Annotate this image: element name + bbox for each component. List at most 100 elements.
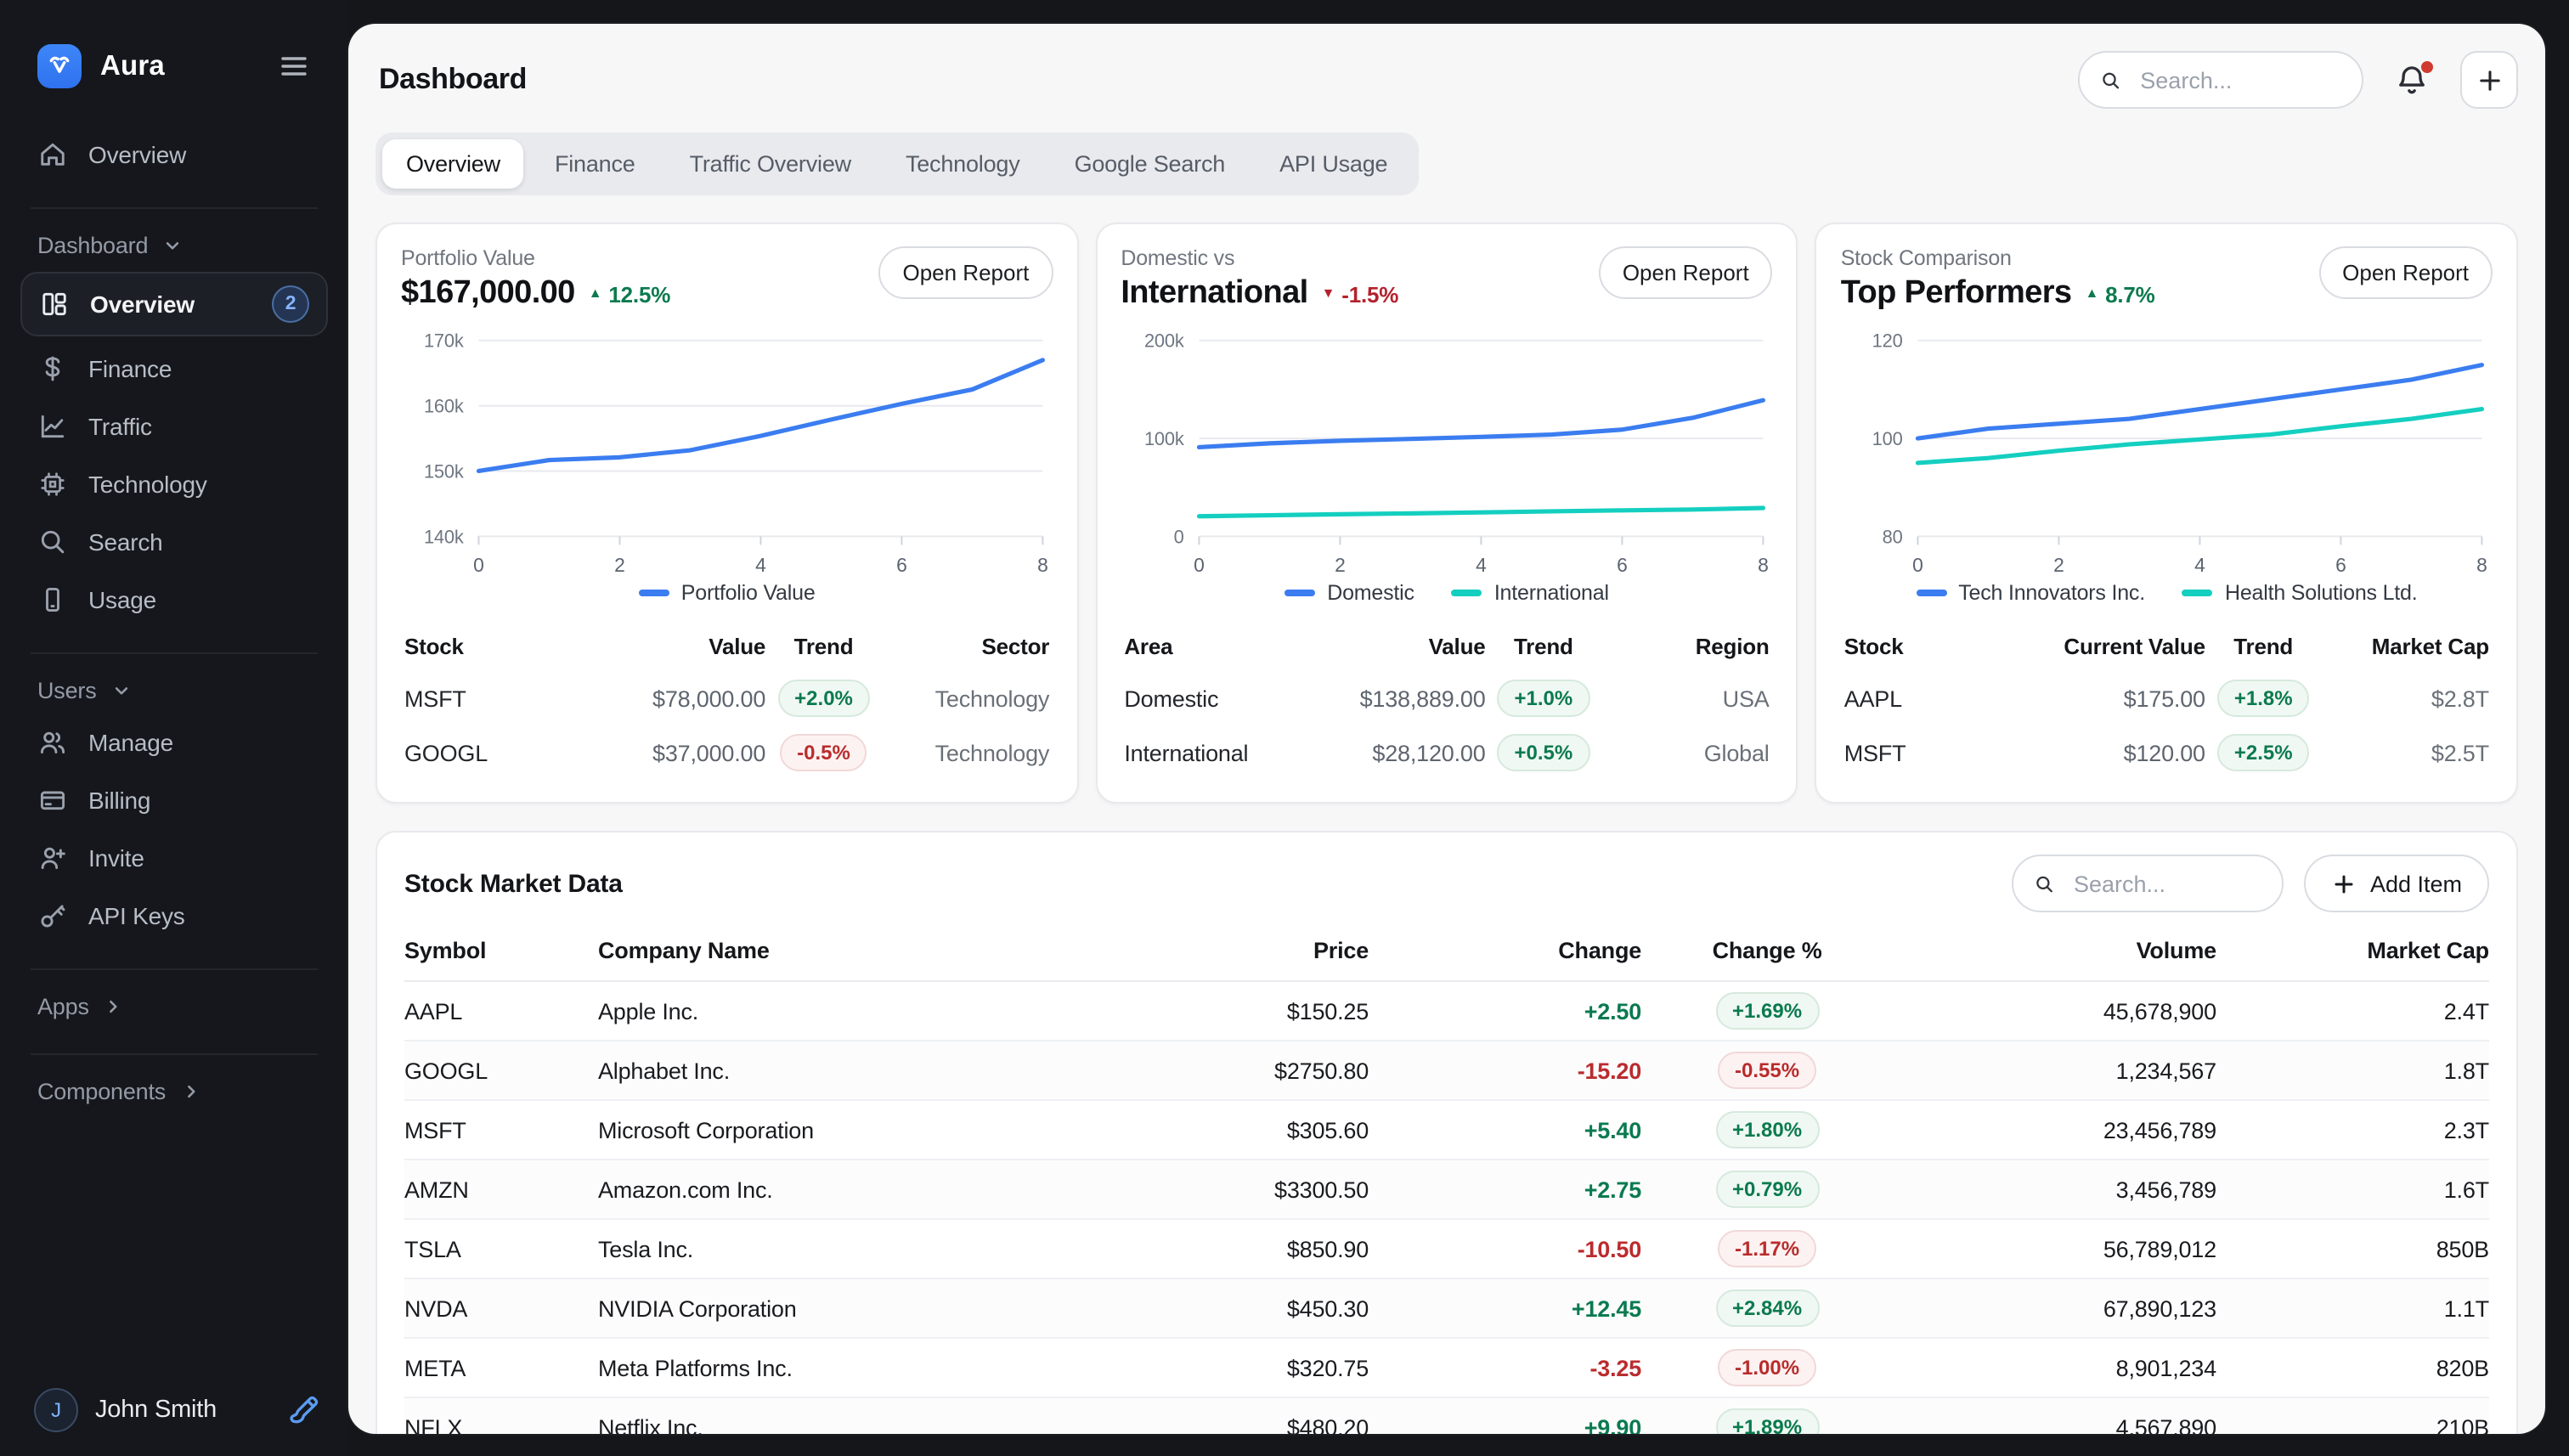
- table-row: GOOGLAlphabet Inc.$2750.80-15.20-0.55%1,…: [404, 1041, 2489, 1101]
- legend-label: Domestic: [1327, 581, 1414, 605]
- header-search: [2078, 51, 2363, 109]
- open-report-button[interactable]: Open Report: [1599, 246, 1773, 299]
- notifications-button[interactable]: [2394, 62, 2430, 98]
- chart-legend: Portfolio Value: [401, 581, 1053, 605]
- table-title: Stock Market Data: [404, 869, 2012, 898]
- market-cap-cell: 1.8T: [2240, 1058, 2489, 1083]
- trend-pill: +1.69%: [1715, 992, 1819, 1030]
- sidebar-item-billing[interactable]: Billing: [0, 771, 348, 829]
- volume-cell: 45,678,900: [1893, 998, 2216, 1024]
- legend-item: Health Solutions Ltd.: [2182, 581, 2418, 605]
- theme-brush-icon[interactable]: [287, 1393, 321, 1427]
- change-cell: +5.40: [1392, 1117, 1641, 1143]
- trend-pill: -0.55%: [1718, 1052, 1816, 1089]
- sidebar-item-overview-home[interactable]: Overview: [0, 126, 348, 183]
- legend-swatch: [2182, 590, 2213, 596]
- card-value: $167,000.00: [401, 275, 575, 313]
- legend-swatch: [1452, 590, 1482, 596]
- trend-pill: +0.79%: [1715, 1171, 1819, 1208]
- mini-table-cell: $120.00: [2012, 740, 2205, 765]
- mini-table-cell: Technology: [882, 740, 1049, 765]
- page-title: Dashboard: [379, 63, 2078, 97]
- tab-finance[interactable]: Finance: [531, 139, 659, 189]
- mini-table-cell: USA: [1601, 686, 1769, 711]
- sidebar-section-components[interactable]: Components: [0, 1072, 348, 1115]
- section-label-text: Dashboard: [37, 233, 148, 258]
- mini-table-cell: +2.0%: [765, 680, 882, 717]
- sidebar-item-api-keys[interactable]: API Keys: [0, 887, 348, 945]
- tab-technology[interactable]: Technology: [882, 139, 1044, 189]
- svg-text:0: 0: [1913, 554, 1924, 576]
- change-cell: -15.20: [1392, 1058, 1641, 1083]
- home-icon: [37, 139, 68, 170]
- price-cell: $150.25: [1120, 998, 1369, 1024]
- svg-text:8: 8: [2477, 554, 2488, 576]
- open-report-button[interactable]: Open Report: [878, 246, 1053, 299]
- menu-icon[interactable]: [274, 46, 314, 87]
- volume-cell: 1,234,567: [1893, 1058, 2216, 1083]
- change-pct-cell: +0.79%: [1665, 1171, 1869, 1208]
- table-body: AAPLApple Inc.$150.25+2.50+1.69%45,678,9…: [404, 982, 2489, 1434]
- svg-text:170k: 170k: [424, 330, 464, 352]
- mini-table-row: GOOGL$37,000.00-0.5%Technology: [401, 725, 1053, 780]
- add-button[interactable]: [2460, 51, 2518, 109]
- table-row: TSLATesla Inc.$850.90-10.50-1.17%56,789,…: [404, 1220, 2489, 1279]
- svg-text:4: 4: [755, 554, 766, 576]
- sidebar-section-users[interactable]: Users: [0, 671, 348, 714]
- sidebar-item-finance[interactable]: Finance: [0, 340, 348, 398]
- sidebar-item-usage[interactable]: Usage: [0, 571, 348, 629]
- sidebar-section-dashboard[interactable]: Dashboard: [0, 226, 348, 268]
- sidebar-item-label: Invite: [88, 844, 144, 872]
- mini-table-cell: +2.5%: [2205, 734, 2322, 771]
- chart-legend: Tech Innovators Inc.Health Solutions Ltd…: [1841, 581, 2493, 605]
- mini-table-cell: Technology: [882, 686, 1049, 711]
- card-subtitle: Domestic vs: [1121, 246, 1598, 270]
- volume-cell: 67,890,123: [1893, 1295, 2216, 1321]
- table-search-input[interactable]: [2070, 869, 2261, 898]
- mini-table-cell: +0.5%: [1486, 734, 1602, 771]
- add-item-button[interactable]: Add Item: [2304, 855, 2489, 912]
- cards-row: Portfolio Value $167,000.00 ▲12.5% Open …: [348, 195, 2545, 804]
- volume-cell: 23,456,789: [1893, 1117, 2216, 1143]
- company-cell: Apple Inc.: [598, 998, 1096, 1024]
- open-report-button[interactable]: Open Report: [2318, 246, 2493, 299]
- tab-traffic-overview[interactable]: Traffic Overview: [666, 139, 875, 189]
- mini-table-cell: International: [1124, 740, 1291, 765]
- card-value: International: [1121, 275, 1307, 313]
- change-pct-cell: +2.84%: [1665, 1290, 1869, 1327]
- brand-row: Aura: [0, 0, 348, 88]
- svg-text:2: 2: [614, 554, 625, 576]
- tab-api-usage[interactable]: API Usage: [1256, 139, 1411, 189]
- sidebar-item-technology[interactable]: Technology: [0, 455, 348, 513]
- sidebar-section-apps[interactable]: Apps: [0, 987, 348, 1030]
- user-name: John Smith: [95, 1397, 270, 1424]
- portfolio-value-card: Portfolio Value $167,000.00 ▲12.5% Open …: [375, 223, 1078, 804]
- chevron-right-icon: [179, 1081, 201, 1103]
- avatar: J: [34, 1388, 78, 1432]
- price-cell: $2750.80: [1120, 1058, 1369, 1083]
- sidebar-item-search[interactable]: Search: [0, 513, 348, 571]
- user-profile[interactable]: J John Smith: [34, 1388, 321, 1432]
- search-input[interactable]: [2137, 65, 2341, 94]
- svg-text:2: 2: [1335, 554, 1346, 576]
- sidebar-item-manage[interactable]: Manage: [0, 714, 348, 771]
- mini-table-cell: $2.5T: [2322, 740, 2489, 765]
- tab-overview[interactable]: Overview: [382, 139, 524, 189]
- delta-badge: ▼-1.5%: [1322, 281, 1399, 307]
- main-panel: Dashboard Overview Finance Traffic Overv…: [348, 24, 2545, 1434]
- credit-card-icon: [37, 785, 68, 815]
- svg-text:6: 6: [896, 554, 907, 576]
- company-cell: NVIDIA Corporation: [598, 1295, 1096, 1321]
- sidebar-item-invite[interactable]: Invite: [0, 829, 348, 887]
- volume-cell: 8,901,234: [1893, 1355, 2216, 1380]
- sidebar-item-overview[interactable]: Overview 2: [20, 272, 328, 336]
- user-plus-icon: [37, 843, 68, 873]
- sidebar-item-traffic[interactable]: Traffic: [0, 398, 348, 455]
- change-pct-cell: +1.69%: [1665, 992, 1869, 1030]
- price-cell: $450.30: [1120, 1295, 1369, 1321]
- sidebar-item-label: Finance: [88, 355, 172, 382]
- trend-pill: +1.80%: [1715, 1111, 1819, 1148]
- tab-google-search[interactable]: Google Search: [1051, 139, 1250, 189]
- legend-swatch: [1916, 590, 1946, 596]
- divider: [31, 1053, 318, 1055]
